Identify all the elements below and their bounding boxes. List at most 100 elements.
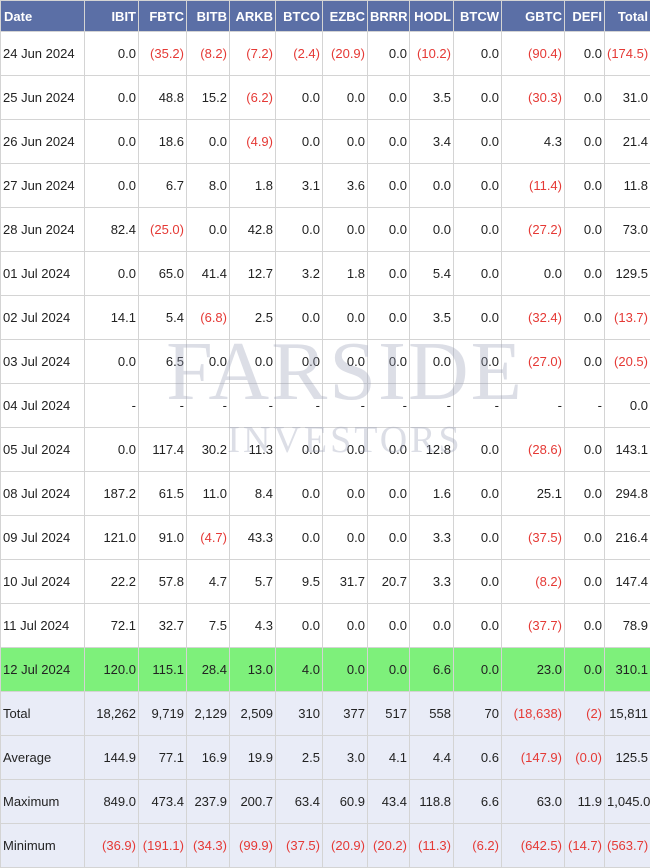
cell-value: 3.2 [301, 266, 320, 281]
cell-value: 5.4 [432, 266, 451, 281]
cell-ezbc: 0.0 [322, 471, 368, 516]
row-label: 02 Jul 2024 [0, 295, 85, 340]
cell-fbtc: 61.5 [138, 471, 187, 516]
cell-value: 0.0 [583, 266, 602, 281]
cell-ezbc: 60.9 [322, 779, 368, 824]
cell-btcw: 0.0 [453, 427, 502, 472]
cell-value: 0.0 [346, 618, 365, 633]
cell-btcw: 0.6 [453, 735, 502, 780]
cell-value: 0.0 [480, 574, 499, 589]
cell-btcw: (6.2) [453, 823, 502, 868]
cell-value: - [222, 398, 227, 413]
cell-defi: 0.0 [564, 75, 605, 120]
cell-fbtc: (191.1) [138, 823, 187, 868]
cell-value: 0.0 [346, 90, 365, 105]
cell-bitb: 8.0 [186, 163, 230, 208]
cell-value: (6.2) [246, 90, 273, 105]
cell-total: 11.8 [604, 163, 650, 208]
cell-value: 377 [343, 706, 365, 721]
cell-value: - [446, 398, 451, 413]
cell-value: 28.4 [201, 662, 227, 677]
cell-value: 849.0 [103, 794, 136, 809]
cell-bitb: - [186, 383, 230, 428]
cell-fbtc: 65.0 [138, 251, 187, 296]
cell-btco: 2.5 [275, 735, 323, 780]
table-row: 25 Jun 2024 0.0 48.8 15.2 (6.2) 0.0 0.0 0.0 3.5 0… [0, 75, 650, 120]
cell-ibit: 849.0 [84, 779, 139, 824]
cell-fbtc: 9,719 [138, 691, 187, 736]
cell-value: 3.1 [301, 178, 320, 193]
cell-ezbc: 1.8 [322, 251, 368, 296]
cell-hodl: 5.4 [409, 251, 454, 296]
cell-hodl: 3.4 [409, 119, 454, 164]
cell-value: 129.5 [615, 266, 648, 281]
column-header-total: Total [604, 0, 650, 32]
cell-gbtc: (30.3) [501, 75, 565, 120]
cell-value: 12.7 [247, 266, 273, 281]
column-header-brrr: BRRR [367, 0, 410, 32]
cell-value: 143.1 [615, 442, 648, 457]
cell-bitb: (4.7) [186, 515, 230, 560]
cell-arkb: 2,509 [229, 691, 276, 736]
cell-value: 20.7 [381, 574, 407, 589]
cell-value: (10.2) [417, 46, 451, 61]
cell-ibit: 144.9 [84, 735, 139, 780]
cell-btco: 0.0 [275, 295, 323, 340]
cell-value: 200.7 [240, 794, 273, 809]
cell-fbtc: 473.4 [138, 779, 187, 824]
table-body: 24 Jun 2024 0.0 (35.2) (8.2) (7.2) (2.4) (20.9… [0, 31, 650, 868]
cell-value: 0.0 [117, 442, 136, 457]
cell-value: (11.3) [418, 838, 451, 853]
cell-arkb: 43.3 [229, 515, 276, 560]
cell-value: (20.9) [331, 838, 365, 853]
cell-btcw: 0.0 [453, 647, 502, 692]
cell-value: 0.0 [388, 310, 407, 325]
cell-btco: 0.0 [275, 207, 323, 252]
cell-value: 0.6 [480, 750, 499, 765]
cell-value: (8.2) [200, 46, 227, 61]
cell-gbtc: (147.9) [501, 735, 565, 780]
cell-gbtc: (27.0) [501, 339, 565, 384]
cell-fbtc: 77.1 [138, 735, 187, 780]
cell-value: 0.0 [583, 178, 602, 193]
cell-value: (174.5) [607, 46, 649, 61]
cell-value: 18.6 [158, 134, 184, 149]
cell-defi: 0.0 [564, 647, 605, 692]
cell-value: 0.0 [301, 134, 320, 149]
cell-value: 4.3 [543, 134, 562, 149]
column-header-date: Date [0, 0, 85, 32]
cell-arkb: 13.0 [229, 647, 276, 692]
cell-value: (37.5) [528, 530, 562, 545]
cell-value: 14.1 [110, 310, 136, 325]
cell-value: 0.0 [388, 354, 407, 369]
cell-value: 0.0 [388, 618, 407, 633]
cell-value: 3.0 [346, 750, 365, 765]
cell-value: 0.0 [480, 134, 499, 149]
cell-fbtc: 91.0 [138, 515, 187, 560]
cell-brrr: 0.0 [367, 427, 410, 472]
summary-row-maximum: Maximum 849.0 473.4 237.9 200.7 63.4 60.9 43.4 1… [0, 779, 650, 824]
cell-value: 3.3 [432, 574, 451, 589]
cell-arkb: 12.7 [229, 251, 276, 296]
row-label: 04 Jul 2024 [0, 383, 85, 428]
cell-arkb: 8.4 [229, 471, 276, 516]
etf-flows-table: Date IBIT FBTC BITB ARKB BTCO EZBC BRRR HODL BTCW… [0, 0, 650, 868]
cell-value: 117.4 [152, 442, 184, 457]
cell-ezbc: 0.0 [322, 75, 368, 120]
cell-bitb: 0.0 [186, 119, 230, 164]
cell-arkb: 1.8 [229, 163, 276, 208]
cell-value: 77.1 [158, 750, 184, 765]
cell-value: 31.0 [622, 90, 648, 105]
cell-btco: 4.0 [275, 647, 323, 692]
cell-btco: 0.0 [275, 427, 323, 472]
column-header-btcw: BTCW [453, 0, 502, 32]
cell-gbtc: (37.7) [501, 603, 565, 648]
cell-arkb: 4.3 [229, 603, 276, 648]
cell-bitb: 16.9 [186, 735, 230, 780]
row-label: 08 Jul 2024 [0, 471, 85, 516]
cell-fbtc: 6.5 [138, 339, 187, 384]
cell-bitb: (8.2) [186, 31, 230, 76]
cell-value: 5.4 [165, 310, 184, 325]
cell-value: 0.0 [432, 618, 451, 633]
cell-gbtc: (18,638) [501, 691, 565, 736]
